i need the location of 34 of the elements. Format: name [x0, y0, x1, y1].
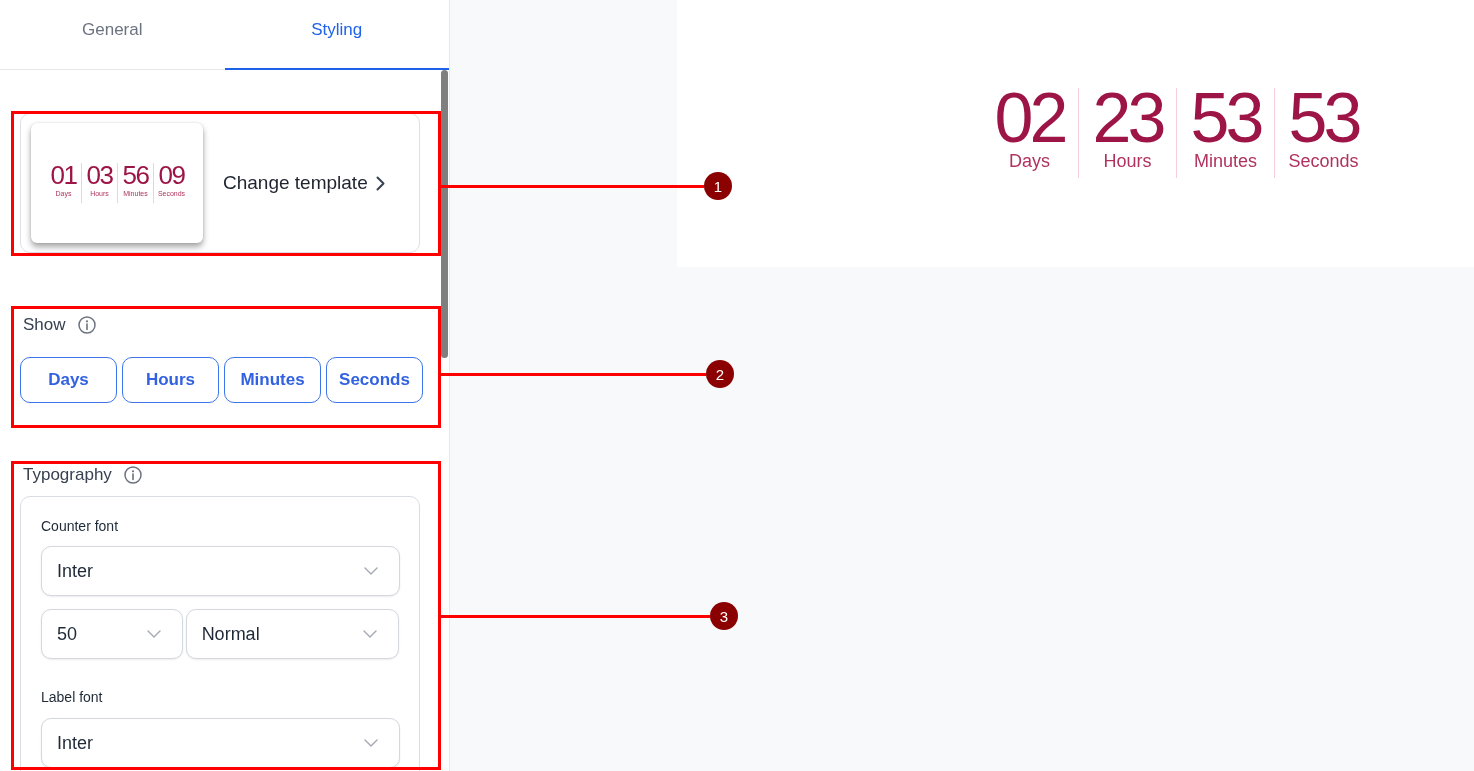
info-icon[interactable] [123, 466, 142, 484]
countdown-digits: 53 [1288, 88, 1359, 148]
field-label: Label font [41, 689, 104, 706]
countdown-digits: 01 [50, 163, 77, 187]
countdown-digits: 56 [122, 163, 149, 187]
scrollbar-thumb[interactable] [441, 70, 448, 358]
countdown-unit-label: Days [1009, 150, 1050, 172]
section-title: Show [23, 315, 66, 335]
countdown-digits: 09 [158, 163, 185, 187]
font-weight-select[interactable]: Normal [185, 609, 399, 659]
countdown-digits: 03 [86, 163, 113, 187]
unit-toggle[interactable]: Days [20, 357, 117, 403]
chevron-down-icon [363, 630, 377, 638]
chevron-down-icon [364, 739, 378, 747]
unit-toggle[interactable]: Hours [122, 357, 219, 403]
field-label: Counter font [41, 518, 120, 535]
unit-toggle[interactable]: Seconds [326, 357, 423, 403]
tab[interactable]: General [0, 0, 225, 70]
font-family-select[interactable]: Inter [41, 718, 400, 768]
change-template-button[interactable]: Change template [223, 172, 385, 194]
chevron-right-icon [375, 175, 385, 191]
countdown-unit-label: Seconds [1288, 150, 1359, 172]
countdown-digits: 02 [994, 88, 1065, 148]
countdown-unit-label: Minutes [1194, 150, 1257, 172]
info-icon[interactable] [77, 316, 96, 334]
font-family-select[interactable]: Inter [41, 546, 400, 596]
unit-toggle[interactable]: Minutes [224, 357, 321, 403]
countdown-digits: 53 [1190, 88, 1261, 148]
font-size-select[interactable]: 50 [41, 609, 183, 659]
countdown-unit-label: Hours [1103, 150, 1152, 172]
countdown-digits: 23 [1092, 88, 1163, 148]
chevron-down-icon [146, 630, 161, 638]
chevron-down-icon [364, 567, 378, 575]
section-title: Typography [23, 465, 112, 485]
